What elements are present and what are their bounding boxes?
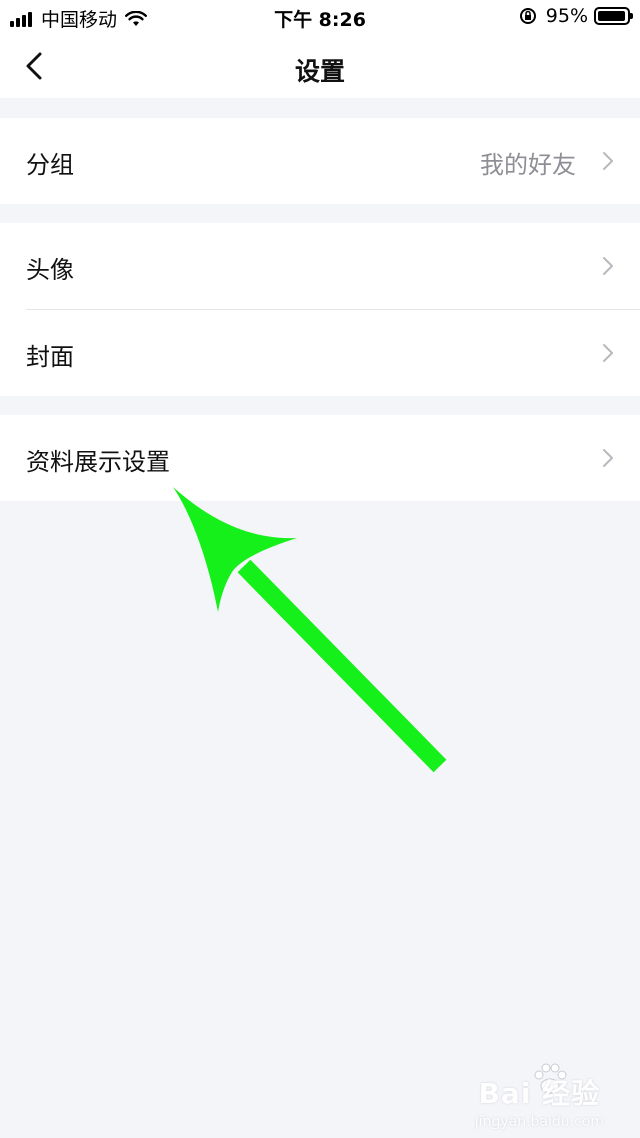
status-right: 95% (518, 5, 633, 27)
watermark-main: Bai 经验 (478, 1077, 601, 1110)
nav-bar: 设置 (0, 34, 640, 98)
watermark-sub: jingyan.baidu.com (474, 1114, 604, 1130)
row-grouping[interactable]: 分组 我的好友 (0, 118, 640, 204)
chevron-right-icon (603, 449, 613, 467)
row-label: 资料展示设置 (26, 448, 170, 476)
settings-group-appearance: 头像 封面 (0, 223, 640, 396)
row-label: 头像 (26, 256, 74, 284)
settings-group-profile-display: 资料展示设置 (0, 415, 640, 501)
page-title: 设置 (294, 57, 345, 86)
row-label: 封面 (26, 343, 74, 371)
baidu-watermark: Bai 经验 jingyan.baidu.com (475, 1072, 604, 1130)
status-bar: 中国移动 下午 8:26 95% (0, 0, 640, 34)
battery-fill (598, 11, 625, 21)
row-avatar[interactable]: 头像 (0, 223, 640, 309)
chevron-right-icon (603, 344, 613, 362)
battery-icon (594, 7, 633, 25)
row-cover[interactable]: 封面 (0, 310, 640, 396)
row-profile-display-settings[interactable]: 资料展示设置 (0, 415, 640, 501)
row-value: 我的好友 (480, 151, 576, 179)
settings-group-grouping: 分组 我的好友 (0, 118, 640, 204)
row-label: 分组 (26, 151, 74, 179)
battery-percent: 95% (545, 5, 588, 27)
rotation-lock-icon (519, 8, 536, 24)
chevron-right-icon (603, 152, 613, 170)
chevron-right-icon (603, 257, 613, 275)
